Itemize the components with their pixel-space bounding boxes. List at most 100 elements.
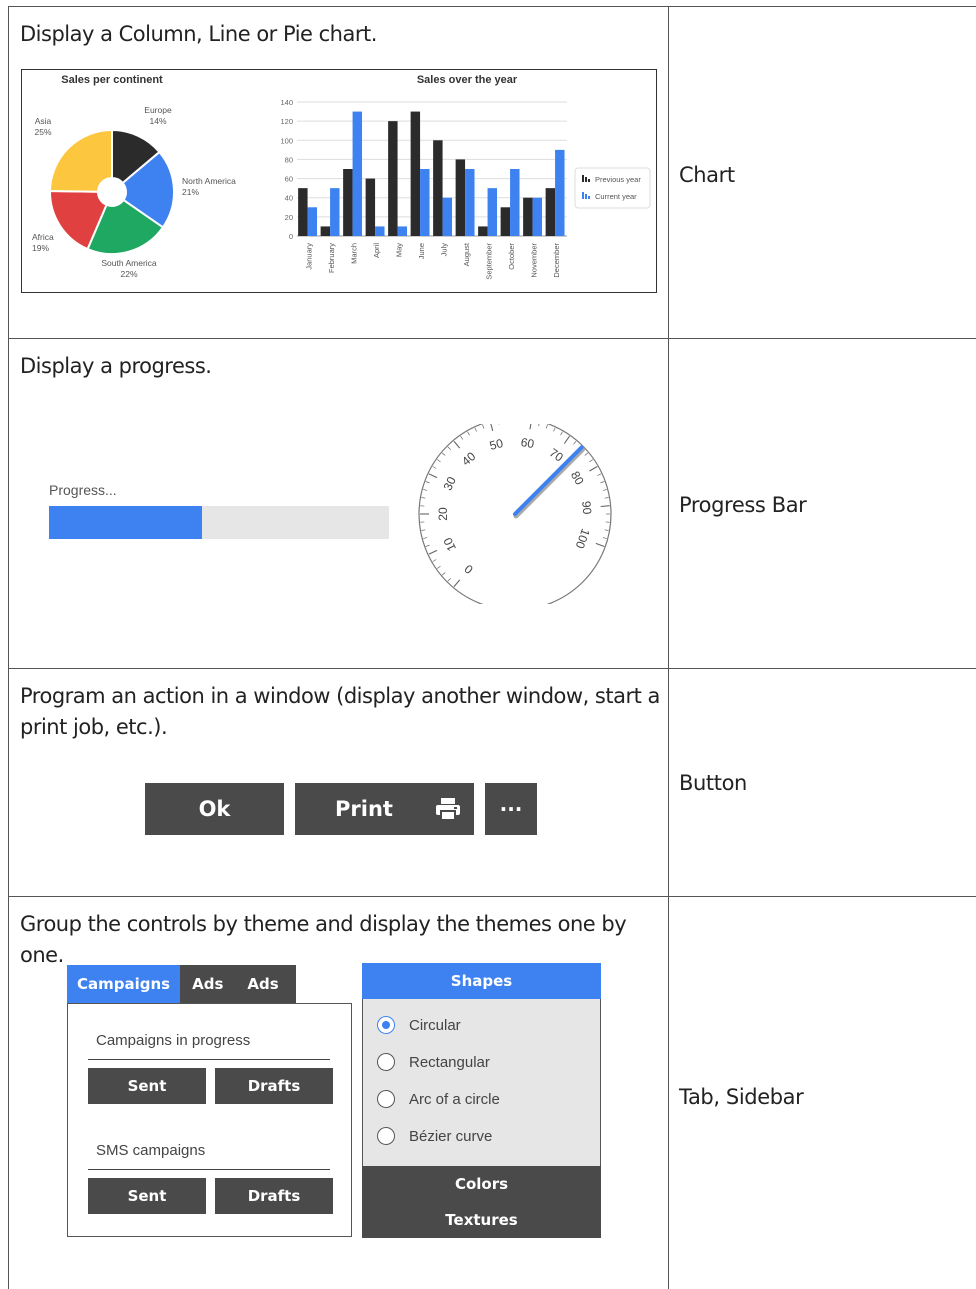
row-name-cell: Button [669, 669, 976, 896]
radio-option-bezier[interactable]: Bézier curve [377, 1127, 492, 1145]
legend-icon [582, 192, 584, 199]
legend-icon [582, 175, 584, 182]
pie-slice-value: 22% [120, 269, 137, 279]
gauge-tick-label: 60 [520, 435, 536, 451]
row-name-cell: Tab, Sidebar [669, 897, 976, 1289]
bar [411, 112, 420, 236]
chart-example-panel: Sales per continent Europe14% North Americ… [21, 69, 657, 293]
x-tick-label: February [327, 243, 336, 273]
row-description: Display a Column, Line or Pie chart. [20, 19, 660, 50]
radio-option-rectangular[interactable]: Rectangular [377, 1053, 490, 1071]
y-tick-label: 20 [285, 213, 293, 222]
progress-bar [49, 506, 389, 539]
bar [443, 198, 452, 236]
drafts-button[interactable]: Drafts [215, 1068, 333, 1104]
radio-button[interactable] [377, 1127, 395, 1145]
bar [488, 188, 497, 236]
pie-slice-label: Asia [35, 116, 52, 126]
progress-label: Progress... [49, 482, 117, 498]
sidebar-section-textures[interactable]: Textures [362, 1211, 601, 1229]
legend-icon [585, 194, 587, 199]
bar [501, 207, 510, 236]
sent-button-sms[interactable]: Sent [88, 1178, 206, 1214]
x-tick-label: July [439, 243, 448, 257]
group-label-campaigns-in-progress: Campaigns in progress [96, 1032, 250, 1049]
x-tick-label: June [417, 243, 426, 259]
ok-button[interactable]: Ok [145, 783, 284, 835]
divider [88, 1059, 330, 1060]
x-tick-label: March [349, 243, 358, 264]
row-name: Tab, Sidebar [679, 1085, 803, 1109]
tab-campaigns[interactable]: Campaigns [67, 965, 180, 1003]
pie-slice-value: 21% [182, 187, 199, 197]
bar [366, 179, 375, 236]
x-tick-label: December [552, 243, 561, 278]
x-tick-label: November [529, 243, 538, 278]
bar [343, 169, 352, 236]
radio-button[interactable] [377, 1053, 395, 1071]
radio-button[interactable] [377, 1090, 395, 1108]
x-tick-label: April [372, 243, 381, 258]
y-tick-label: 100 [280, 136, 293, 145]
radio-option-circular[interactable]: Circular [377, 1016, 461, 1034]
y-tick-label: 120 [280, 117, 293, 126]
gauge-tick-label: 20 [436, 507, 450, 521]
bar [420, 169, 429, 236]
bar [478, 226, 487, 236]
pie-slice-value: 14% [149, 116, 166, 126]
row-name: Chart [679, 163, 735, 187]
y-tick-label: 0 [289, 232, 293, 241]
drafts-button-sms[interactable]: Drafts [215, 1178, 333, 1214]
bar [298, 188, 307, 236]
pie-slice-value: 25% [34, 127, 51, 137]
legend-icon [588, 179, 590, 182]
pie-slice-label: Africa [32, 232, 54, 242]
bar [375, 226, 384, 236]
more-button[interactable]: ··· [485, 783, 537, 835]
row-description: Group the controls by theme and display … [20, 909, 660, 971]
bar [353, 112, 362, 236]
radio-label: Bézier curve [409, 1128, 492, 1145]
bar [465, 169, 474, 236]
row-name: Button [679, 771, 747, 795]
row-description: Display a progress. [20, 351, 660, 382]
bar [555, 150, 564, 236]
bar [308, 207, 317, 236]
pie-title: Sales per continent [61, 74, 163, 86]
group-label-sms-campaigns: SMS campaigns [96, 1142, 205, 1159]
row-name: Progress Bar [679, 493, 806, 517]
sidebar-section-colors[interactable]: Colors [362, 1175, 601, 1193]
bar [510, 169, 519, 236]
charts-svg: Sales per continent Europe14% North Americ… [22, 70, 656, 292]
pie-slice-label: North America [182, 176, 236, 186]
tab-ads[interactable]: Ads [180, 965, 235, 1003]
radio-button-selected[interactable] [377, 1016, 395, 1034]
pie-slice-value: 19% [32, 243, 49, 253]
radio-option-arc[interactable]: Arc of a circle [377, 1090, 500, 1108]
radio-label: Rectangular [409, 1054, 490, 1071]
y-tick-label: 40 [285, 194, 293, 203]
row-description: Program an action in a window (display a… [20, 681, 660, 743]
sidebar-section-shapes[interactable]: Shapes [362, 963, 601, 999]
sidebar-footer: Colors Textures [362, 1166, 601, 1238]
pie-slice-label: South America [101, 258, 157, 268]
bar [456, 159, 465, 236]
pie-slice [50, 130, 112, 192]
legend-icon [585, 177, 587, 182]
x-tick-label: May [394, 243, 403, 257]
bar [321, 226, 330, 236]
radio-label: Arc of a circle [409, 1091, 500, 1108]
tab-ads-2[interactable]: Ads [235, 965, 295, 1003]
legend-icon [588, 196, 590, 199]
pie-slice-label: Europe [144, 105, 172, 115]
divider [88, 1169, 330, 1170]
bar [330, 188, 339, 236]
row-name-cell: Progress Bar [669, 339, 976, 668]
x-tick-label: January [304, 243, 313, 270]
print-button[interactable]: Print [295, 783, 474, 835]
row-description-cell: Display a Column, Line or Pie chart. Sal… [9, 7, 669, 338]
bar [523, 198, 532, 236]
gauge-dial: 0102030405060708090100 [412, 424, 622, 604]
sent-button[interactable]: Sent [88, 1068, 206, 1104]
bar [433, 140, 442, 236]
